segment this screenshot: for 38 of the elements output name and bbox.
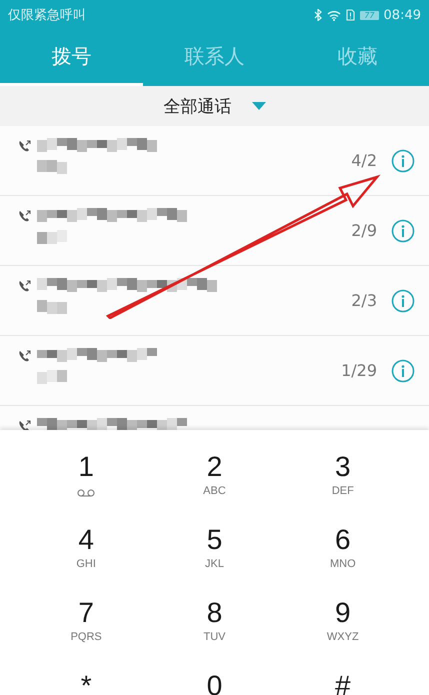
clock-text: 08:49 — [384, 8, 421, 22]
dial-key[interactable]: 4 GHI — [22, 521, 150, 594]
outgoing-call-icon — [18, 280, 31, 292]
dial-key[interactable]: 1 — [22, 448, 150, 521]
carrier-text: 仅限紧急呼叫 — [8, 7, 86, 24]
bluetooth-icon — [314, 9, 322, 21]
pixelated-number — [37, 230, 67, 244]
outgoing-call-icon — [18, 210, 31, 222]
dial-key[interactable]: 3 DEF — [278, 448, 407, 521]
voicemail-icon — [77, 488, 96, 497]
outgoing-call-icon — [18, 350, 31, 362]
outgoing-call-icon — [18, 420, 31, 430]
sim-icon — [346, 9, 356, 21]
wifi-icon — [327, 10, 342, 20]
dial-key[interactable]: 6 MNO — [278, 521, 407, 594]
call-count: 4/2 — [351, 151, 377, 170]
call-filter-dropdown[interactable]: 全部通话 — [164, 90, 266, 122]
dial-key[interactable]: # — [278, 667, 407, 695]
call-count: 2/3 — [351, 291, 377, 310]
info-icon[interactable] — [391, 288, 415, 312]
call-count: 1/29 — [341, 361, 377, 380]
info-icon[interactable] — [391, 148, 415, 172]
battery-icon: 77 — [360, 10, 379, 20]
info-icon[interactable] — [391, 218, 415, 242]
info-icon[interactable] — [391, 358, 415, 382]
dial-key[interactable]: 0 — [150, 667, 279, 695]
dial-key[interactable]: 8 TUV — [150, 594, 279, 667]
dropdown-caret-icon — [252, 102, 266, 110]
pixelated-number — [37, 160, 67, 174]
dial-key[interactable]: * — [22, 667, 150, 695]
dial-key[interactable]: 7 PQRS — [22, 594, 150, 667]
dial-key[interactable]: 2 ABC — [150, 448, 279, 521]
dial-key[interactable]: 5 JKL — [150, 521, 279, 594]
dial-key[interactable]: 9 WXYZ — [278, 594, 407, 667]
outgoing-call-icon — [18, 140, 31, 152]
call-count: 2/9 — [351, 221, 377, 240]
pixelated-number — [37, 300, 67, 314]
pixelated-number — [37, 370, 67, 384]
